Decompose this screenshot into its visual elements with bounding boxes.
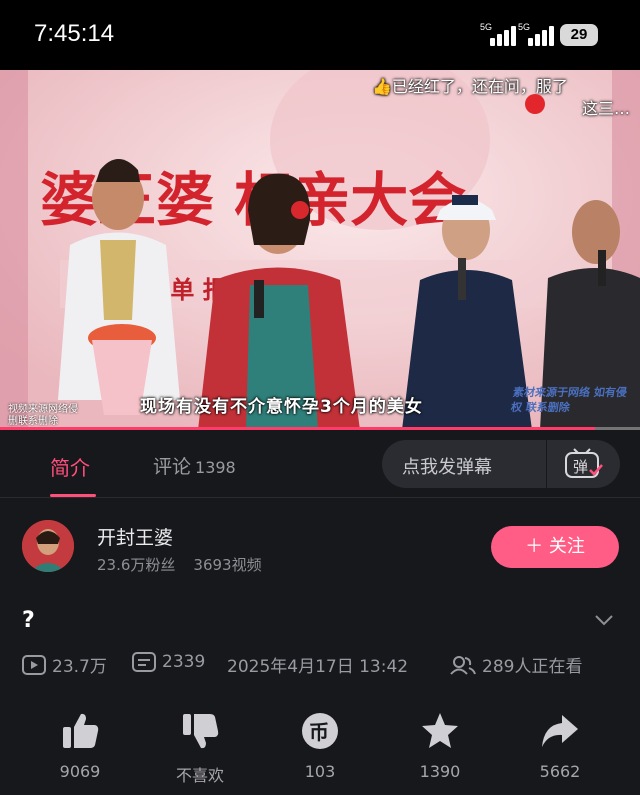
video-caption: 现场有没有不介意怀孕3个月的美女 xyxy=(140,397,423,417)
signal-icon-sim1: 5G xyxy=(480,22,516,46)
share-button[interactable]: 5662 xyxy=(510,708,610,781)
uploader-name[interactable]: 开封王婆 xyxy=(97,523,173,550)
views-stat: 23.7万 xyxy=(22,652,107,677)
thumbs-down-icon xyxy=(183,714,219,749)
like-button[interactable]: 9069 xyxy=(30,708,130,781)
fans-count: 23.6万粉丝 xyxy=(97,556,176,574)
follow-button[interactable]: ＋ 关注 xyxy=(491,526,619,568)
video-count: 3693视频 xyxy=(193,556,262,574)
watching-stat: 289人正在看 xyxy=(450,652,582,677)
battery-indicator: 29 xyxy=(560,24,598,46)
rec-indicator xyxy=(525,94,545,114)
thumbs-up-icon xyxy=(63,713,99,748)
publish-datetime: 2025年4月17日 13:42 xyxy=(227,657,409,677)
coin-button[interactable]: 币 103 xyxy=(270,708,370,781)
avatar[interactable] xyxy=(22,520,74,572)
clock: 7:45:14 xyxy=(34,20,115,47)
video-frame: 婆王婆 相亲大会 走进 速脱单 报名 免费 xyxy=(0,70,640,430)
favorite-button[interactable]: 1390 xyxy=(390,708,490,781)
video-title: ? xyxy=(22,608,35,633)
dislike-button[interactable]: 不喜欢 xyxy=(150,708,250,786)
danmaku-count-icon xyxy=(132,652,156,672)
danmaku-input[interactable]: 点我发弹幕 弹 xyxy=(382,440,620,488)
danmaku-comment: 👍已经红了，还在问，服了 这三… xyxy=(372,77,630,118)
watermark-left: 视频来源网络侵删联系删除 xyxy=(8,404,78,427)
share-icon xyxy=(542,715,578,747)
uploader-meta: 23.6万粉丝 3693视频 xyxy=(97,554,262,575)
tab-comments[interactable]: 评论 1398 xyxy=(153,452,236,479)
video-player[interactable]: 婆王婆 相亲大会 走进 速脱单 报名 免费 👍已经红了，还在问，服了 这三… 现… xyxy=(0,70,640,430)
play-count-icon xyxy=(22,654,46,675)
chevron-down-icon[interactable] xyxy=(594,614,614,626)
tab-active-indicator xyxy=(50,494,96,497)
tab-intro[interactable]: 简介 xyxy=(50,452,90,481)
svg-text:弹: 弹 xyxy=(573,458,588,476)
star-icon xyxy=(422,713,458,748)
svg-text:币: 币 xyxy=(309,720,329,744)
tab-bar: 简介 评论 1398 点我发弹幕 弹 xyxy=(0,430,640,498)
danmaku-stat: 2339 xyxy=(132,652,205,672)
danmaku-icon: 弹 xyxy=(565,448,603,478)
coin-icon: 币 xyxy=(302,713,338,749)
status-bar: 7:45:14 5G 5G 29 xyxy=(0,0,640,70)
people-icon xyxy=(450,655,476,675)
danmaku-toggle-button[interactable]: 弹 xyxy=(560,448,608,480)
signal-icon-sim2: 5G xyxy=(518,22,554,46)
watermark-right: 素材来源于网络 如有侵权 联系删除 xyxy=(510,386,628,414)
thumbs-up-icon: 👍 xyxy=(372,77,392,96)
action-bar: 9069 不喜欢 币 103 1390 5662 xyxy=(0,708,640,795)
